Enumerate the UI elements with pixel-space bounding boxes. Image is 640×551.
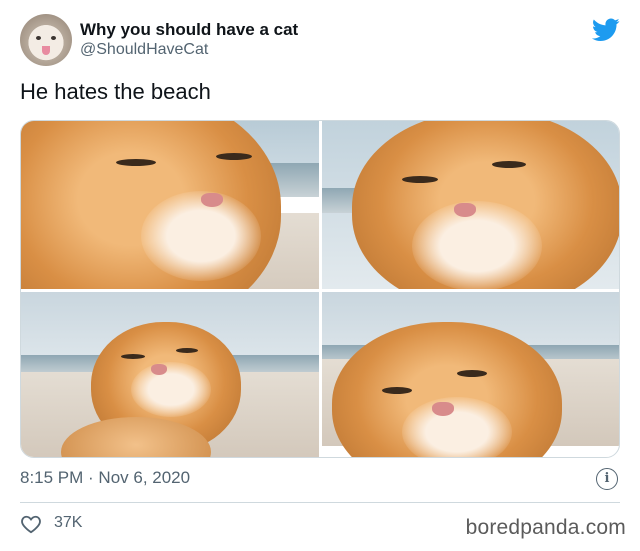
divider — [20, 502, 620, 503]
cat-photo[interactable] — [322, 121, 619, 289]
avatar-tongue — [42, 46, 50, 55]
cat-nose — [432, 402, 454, 416]
tweet-timestamp[interactable]: 8:15 PM · Nov 6, 2020 — [20, 468, 190, 488]
cat-eye — [492, 161, 526, 168]
avatar-eye — [36, 36, 41, 40]
author-name[interactable]: Why you should have a cat — [80, 20, 298, 40]
cat-muzzle — [412, 201, 542, 289]
cat-muzzle — [402, 397, 512, 457]
cat-eye — [216, 153, 252, 160]
avatar-eye — [51, 36, 56, 40]
cat-eye — [116, 159, 156, 166]
tweet-header: Why you should have a cat @ShouldHaveCat — [20, 14, 620, 66]
cat-photo[interactable] — [21, 292, 319, 457]
cat-muzzle — [141, 191, 261, 281]
author-handle[interactable]: @ShouldHaveCat — [80, 41, 208, 59]
info-icon[interactable]: i — [596, 468, 618, 490]
cat-eye — [457, 370, 487, 377]
cat-avatar[interactable] — [20, 14, 72, 66]
tweet-text: He hates the beach — [20, 79, 211, 104]
cat-eye — [382, 387, 412, 394]
watermark: boredpanda.com — [465, 516, 626, 539]
cat-nose — [454, 203, 476, 217]
cat-photo[interactable] — [322, 292, 619, 457]
twitter-bird-icon[interactable] — [592, 18, 620, 42]
cat-eye — [402, 176, 438, 183]
like-count: 37K — [54, 514, 83, 531]
cat-muzzle — [131, 362, 211, 417]
cat-eye — [176, 348, 198, 353]
cat-nose — [201, 193, 223, 207]
cat-eye — [121, 354, 145, 359]
photo-grid[interactable] — [20, 120, 620, 458]
cat-nose — [151, 364, 167, 375]
heart-icon[interactable] — [20, 514, 42, 534]
cat-photo[interactable] — [21, 121, 319, 289]
